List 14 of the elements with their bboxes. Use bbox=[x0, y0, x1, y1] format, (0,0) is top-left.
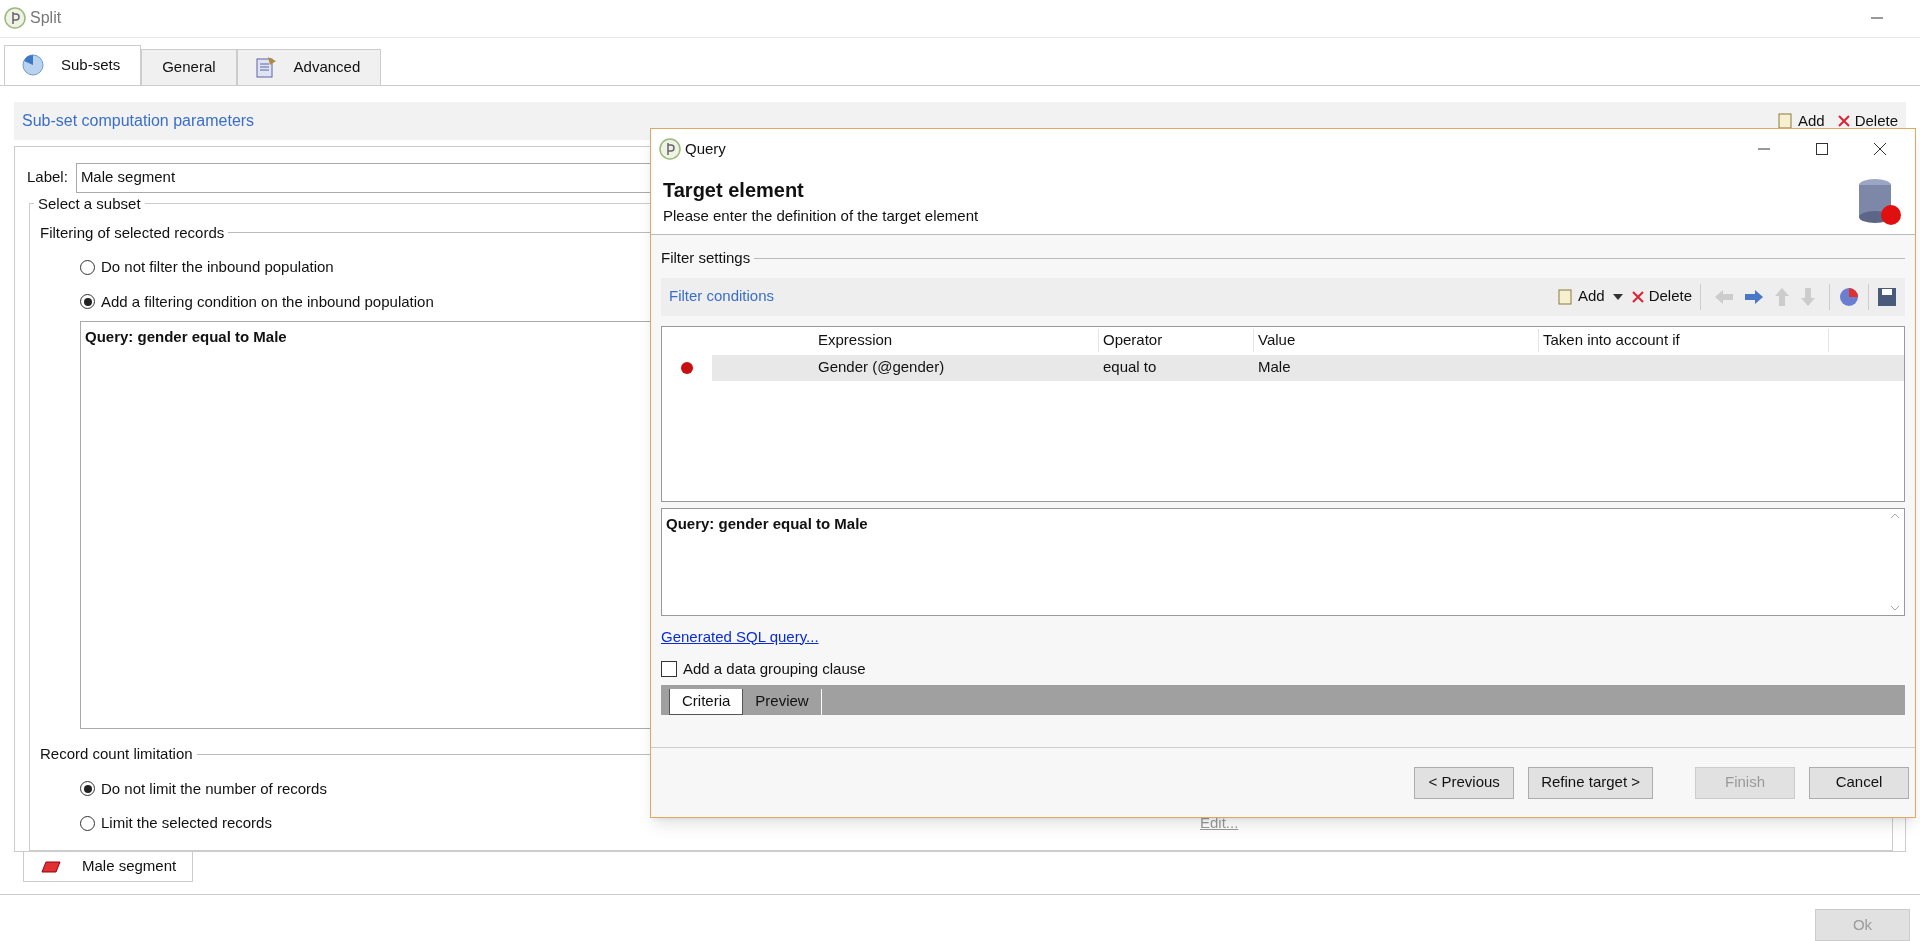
group-title: Filter settings bbox=[661, 248, 751, 268]
group-title: Record count limitation bbox=[40, 744, 193, 765]
section-title: Sub-set computation parameters bbox=[22, 110, 255, 131]
header-title: Target element bbox=[663, 178, 805, 204]
query-summary: Query: gender equal to Male bbox=[665, 513, 869, 534]
header-subtitle: Please enter the definition of the target element bbox=[663, 206, 980, 227]
table-cell-text: Gender (@gender) bbox=[817, 357, 946, 378]
table-cell-text: Male bbox=[1257, 357, 1292, 378]
field-label: Label: bbox=[27, 167, 68, 188]
group-title: Filtering of selected records bbox=[40, 222, 225, 243]
table-cell-text: equal to bbox=[1102, 357, 1158, 378]
window-title: Split bbox=[30, 8, 62, 29]
toolbar-title: Filter conditions bbox=[669, 286, 775, 307]
dialog-title: Query bbox=[685, 138, 726, 159]
